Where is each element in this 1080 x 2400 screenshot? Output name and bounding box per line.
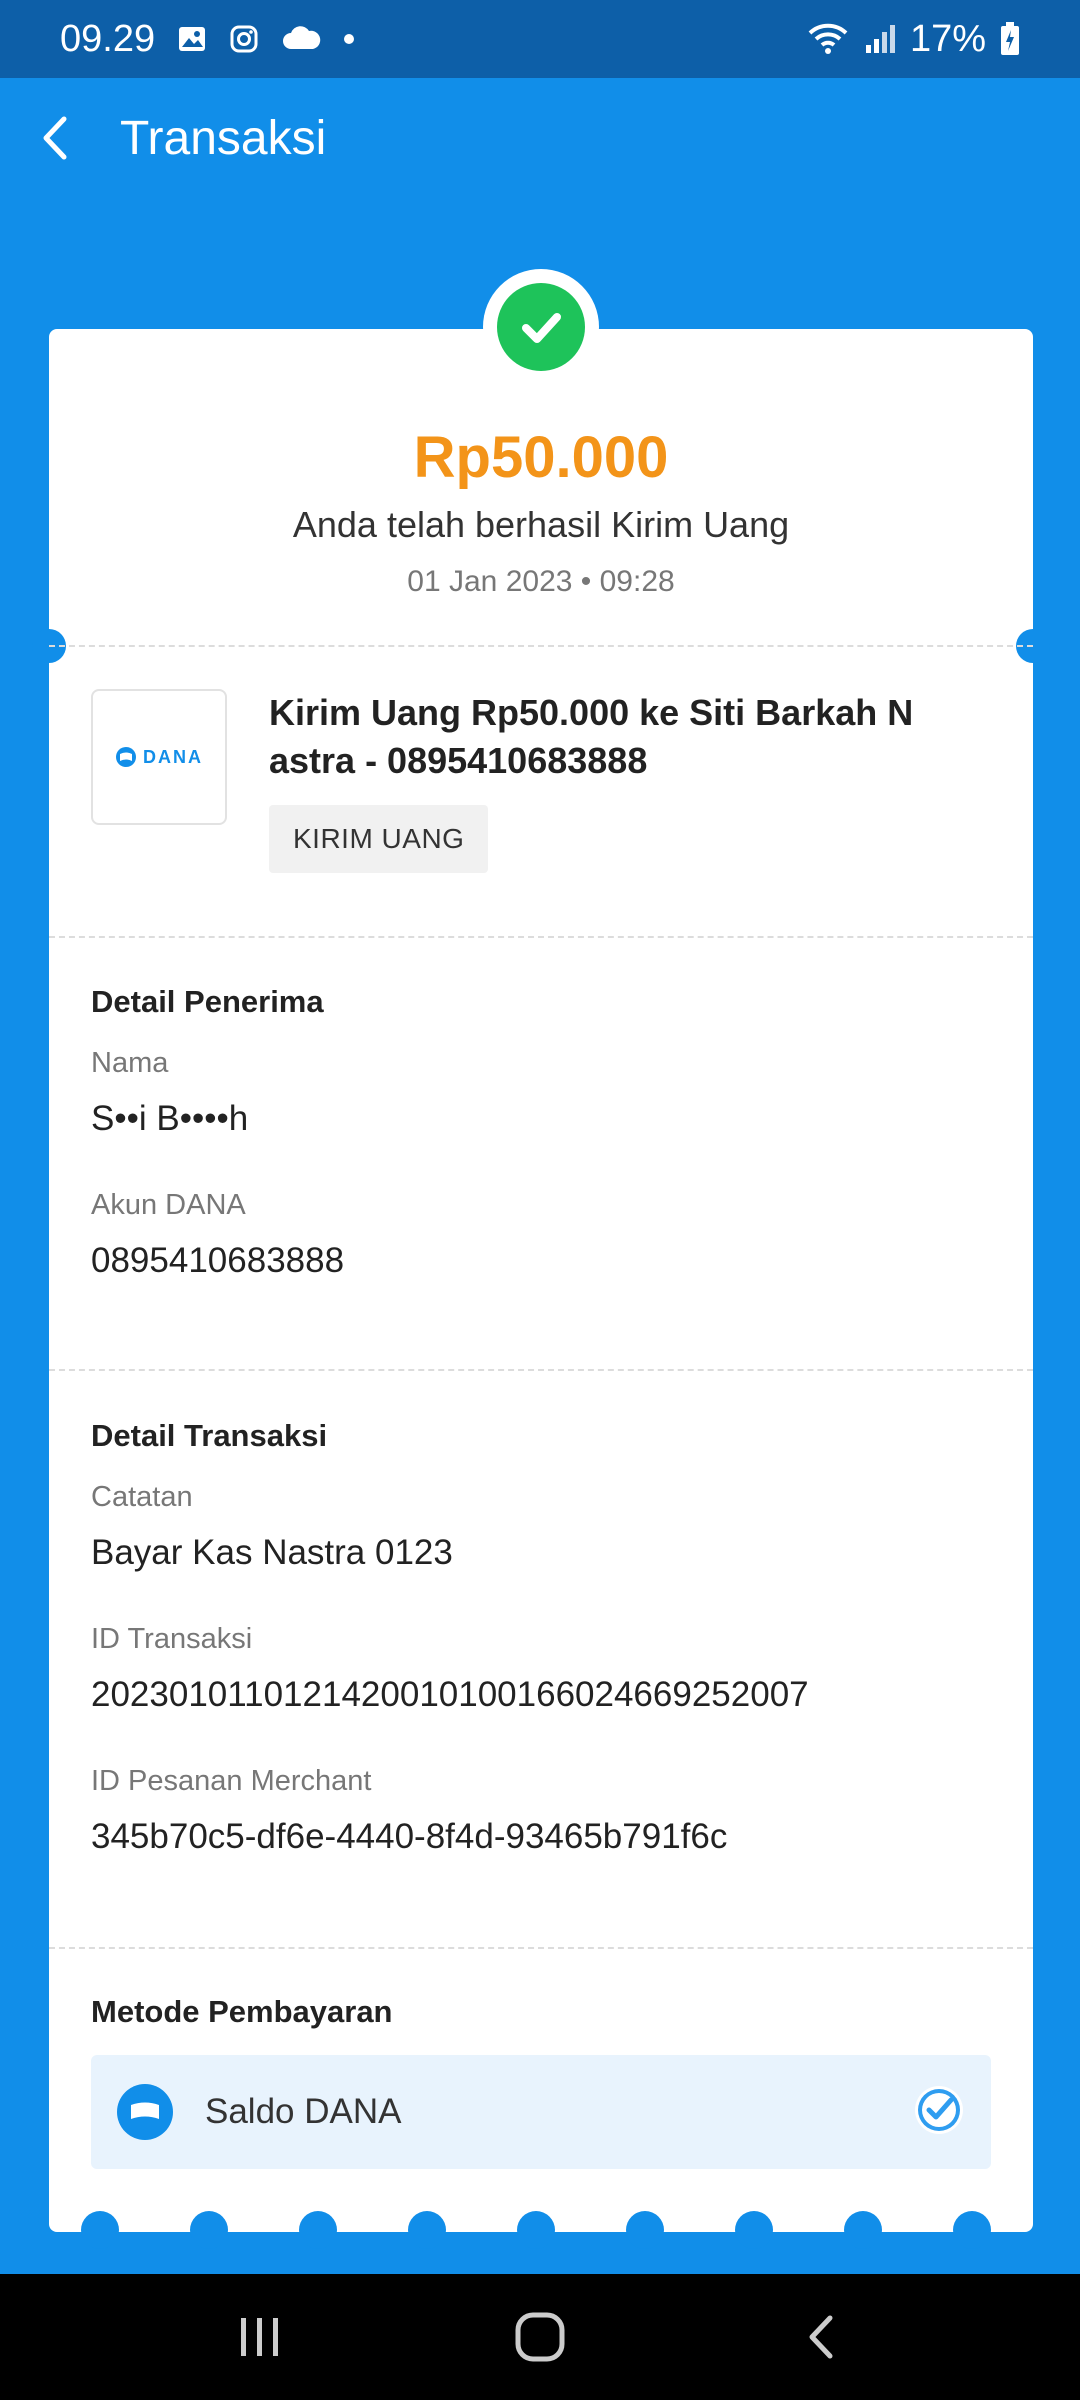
transaction-id-label: ID Transaksi bbox=[91, 1623, 253, 1655]
scallop bbox=[735, 2211, 773, 2249]
battery-percentage: 17% bbox=[909, 17, 986, 60]
recipient-section-title: Detail Penerima bbox=[91, 984, 324, 1019]
chevron-left-icon bbox=[809, 2315, 833, 2359]
cloud-icon bbox=[281, 25, 321, 53]
battery-icon bbox=[1000, 22, 1020, 56]
signal-icon bbox=[864, 23, 896, 55]
transaction-type-badge: KIRIM UANG bbox=[269, 805, 489, 873]
recipient-account-value: 0895410683888 bbox=[91, 1241, 345, 1280]
scallop bbox=[517, 2211, 555, 2249]
instagram-icon bbox=[229, 24, 259, 54]
home-button[interactable] bbox=[480, 2287, 600, 2387]
recent-apps-icon bbox=[241, 2318, 278, 2356]
divider bbox=[49, 1369, 1033, 1371]
page-title: Transaksi bbox=[120, 111, 327, 165]
divider bbox=[49, 936, 1033, 938]
transaction-datetime: 01 Jan 2023 • 09:28 bbox=[407, 565, 675, 598]
scallop bbox=[844, 2211, 882, 2249]
note-label: Catatan bbox=[91, 1481, 193, 1513]
transaction-title: Kirim Uang Rp50.000 ke Siti Barkah N ast… bbox=[269, 692, 914, 781]
dana-balance-icon bbox=[117, 2084, 173, 2140]
wifi-icon bbox=[806, 21, 850, 57]
status-time: 09.29 bbox=[60, 17, 156, 60]
scallop bbox=[190, 2211, 228, 2249]
scallop bbox=[408, 2211, 446, 2249]
merchant-order-id-value: 345b70c5-df6e-4440-8f4d-93465b791f6c bbox=[91, 1817, 728, 1856]
note-value: Bayar Kas Nastra 0123 bbox=[91, 1533, 453, 1572]
success-badge bbox=[483, 269, 599, 385]
divider bbox=[49, 645, 1033, 647]
app-bar: Transaksi bbox=[0, 78, 1080, 198]
scallop bbox=[299, 2211, 337, 2249]
status-bar: 09.29 17% bbox=[0, 0, 1080, 78]
recipient-account-label: Akun DANA bbox=[91, 1189, 246, 1221]
dana-wallet-icon bbox=[116, 747, 136, 767]
system-nav-bar bbox=[0, 2274, 1080, 2400]
dana-logo-text: DANA bbox=[143, 746, 203, 767]
receipt-card: Rp50.000 Anda telah berhasil Kirim Uang … bbox=[32, 329, 1050, 2249]
recent-apps-button[interactable] bbox=[200, 2287, 320, 2387]
transaction-amount: Rp50.000 bbox=[413, 425, 669, 490]
scallop bbox=[953, 2211, 991, 2249]
divider bbox=[49, 1947, 1033, 1949]
recipient-name-label: Nama bbox=[91, 1047, 169, 1079]
payment-section-title: Metode Pembayaran bbox=[91, 1994, 393, 2029]
payment-method-row[interactable]: Saldo DANA bbox=[91, 2055, 991, 2169]
system-back-button[interactable] bbox=[760, 2287, 880, 2387]
transaction-section-title: Detail Transaksi bbox=[91, 1418, 328, 1453]
recipient-name-value: S••i B••••h bbox=[91, 1099, 249, 1138]
scallop bbox=[81, 2211, 119, 2249]
merchant-order-id-label: ID Pesanan Merchant bbox=[91, 1765, 372, 1797]
notification-dot-icon bbox=[343, 33, 355, 45]
selected-check-icon bbox=[913, 2084, 965, 2141]
back-arrow-icon bbox=[43, 116, 67, 160]
scallop bbox=[626, 2211, 664, 2249]
payment-method-label: Saldo DANA bbox=[205, 2092, 402, 2131]
back-button[interactable] bbox=[0, 78, 110, 198]
success-message: Anda telah berhasil Kirim Uang bbox=[292, 504, 790, 545]
home-icon bbox=[515, 2312, 565, 2362]
gallery-icon bbox=[177, 24, 207, 54]
checkmark-icon bbox=[522, 313, 561, 343]
merchant-logo: DANA bbox=[91, 689, 227, 825]
transaction-id-value: 2023010110121420010100166024669252007 bbox=[91, 1675, 809, 1714]
